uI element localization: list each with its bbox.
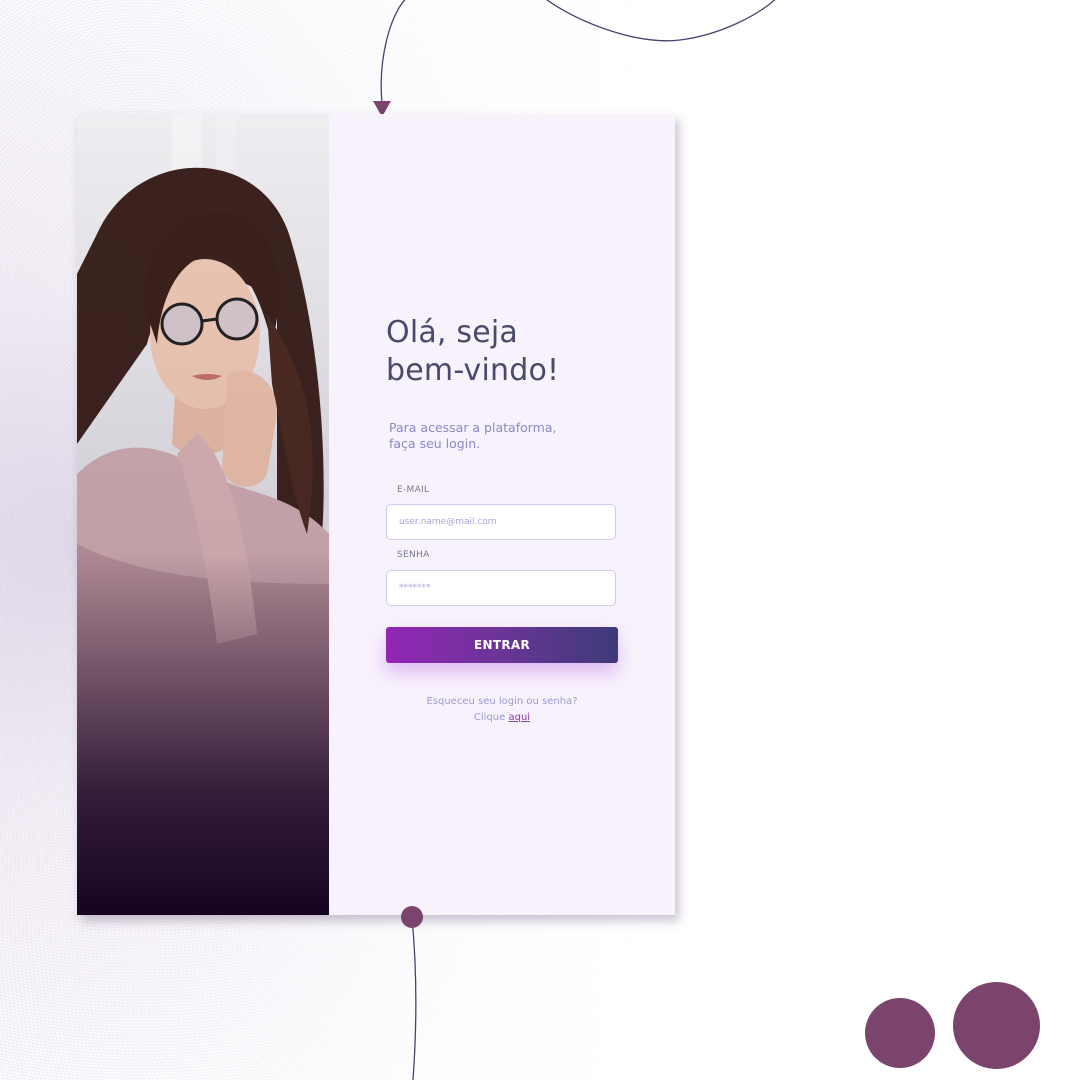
here-link[interactable]: aqui [508,712,530,723]
connector-dot [401,906,423,928]
welcome-title-line2: bem-vindo! [386,353,560,388]
portrait-illustration [77,114,329,915]
woman-portrait-photo [77,114,329,915]
welcome-title-line1: Olá, seja [386,315,519,350]
login-subtitle: Para acessar a plataforma, faça seu logi… [389,420,589,452]
login-button[interactable]: ENTRAR [386,627,618,663]
login-card: Olá, seja bem-vindo! Para acessar a plat… [77,114,675,915]
subtitle-line1: Para acessar a plataforma, [389,420,557,435]
login-form-panel: Olá, seja bem-vindo! Para acessar a plat… [329,114,675,915]
forgot-question: Esqueceu seu login ou senha? [426,696,578,707]
password-field[interactable] [386,570,616,606]
email-field[interactable] [386,504,616,540]
decorative-circle-large [953,982,1040,1069]
subtitle-line2: faça seu login. [389,436,481,451]
password-label: SENHA [397,550,430,560]
forgot-credentials-text: Esqueceu seu login ou senha? Clique aqui [386,694,618,726]
decorative-circle-small [865,998,935,1068]
email-label: E-MAIL [397,485,430,495]
welcome-title: Olá, seja bem-vindo! [386,314,646,390]
click-prefix: Clique [473,712,506,723]
